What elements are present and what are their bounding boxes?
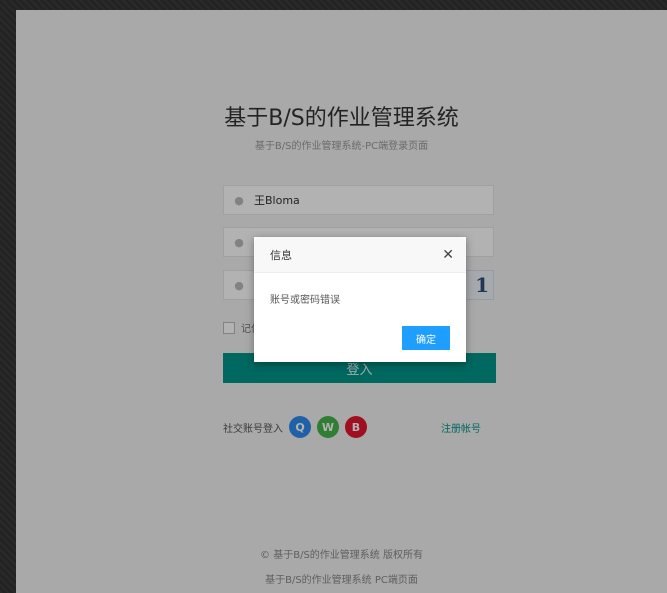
close-icon[interactable]: ✕ bbox=[442, 247, 454, 263]
confirm-button[interactable]: 确定 bbox=[402, 326, 450, 350]
dialog-title: 信息 bbox=[270, 248, 292, 262]
info-dialog: 信息 ✕ 账号或密码错误 确定 bbox=[254, 237, 466, 362]
dialog-message: 账号或密码错误 bbox=[270, 295, 340, 306]
dialog-header: 信息 ✕ bbox=[254, 237, 466, 273]
